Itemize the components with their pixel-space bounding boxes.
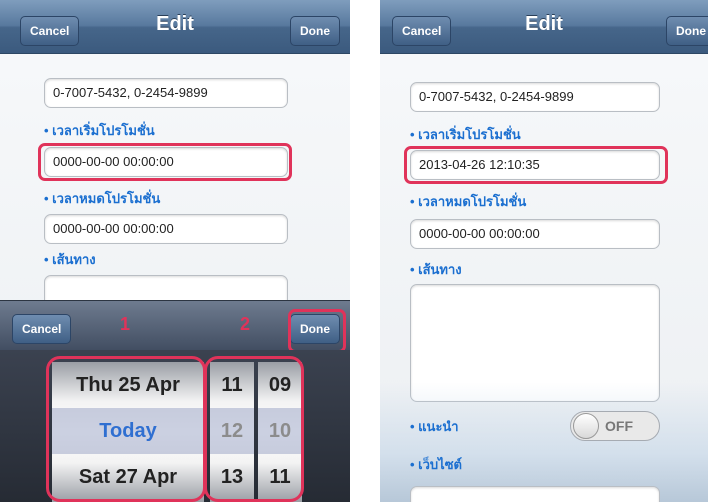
marker-1: 1 bbox=[120, 314, 131, 334]
recommend-label: แนะนำ bbox=[410, 416, 458, 437]
route-label: เส้นทาง bbox=[44, 249, 95, 270]
background-photo bbox=[380, 382, 708, 502]
screenshot-pair: Cancel Edit Done 0-7007-5432, 0-2454-989… bbox=[0, 0, 708, 502]
highlight-box bbox=[46, 356, 206, 502]
route-label: เส้นทาง bbox=[410, 259, 461, 280]
promo-start-label: เวลาเริ่มโปรโมชั่น bbox=[410, 124, 520, 145]
website-field[interactable] bbox=[410, 486, 660, 502]
toggle-state: OFF bbox=[605, 418, 633, 434]
phone-field[interactable]: 0-7007-5432, 0-2454-9899 bbox=[44, 78, 288, 108]
toggle-knob bbox=[573, 413, 599, 439]
recommend-toggle[interactable]: OFF bbox=[570, 411, 660, 441]
nav-bar: Cancel Edit Done bbox=[380, 0, 708, 54]
promo-start-label: เวลาเริ่มโปรโมชั่น bbox=[44, 120, 154, 141]
promo-end-label: เวลาหมดโปรโมชั่น bbox=[410, 191, 526, 212]
form-area: 0-7007-5432, 0-2454-9899 เวลาเริ่มโปรโมช… bbox=[380, 54, 708, 502]
promo-end-label: เวลาหมดโปรโมชั่น bbox=[44, 188, 160, 209]
promo-end-field[interactable]: 0000-00-00 00:00:00 bbox=[44, 214, 288, 244]
promo-end-field[interactable]: 0000-00-00 00:00:00 bbox=[410, 219, 660, 249]
done-button[interactable]: Done bbox=[290, 16, 340, 46]
left-screen: Cancel Edit Done 0-7007-5432, 0-2454-989… bbox=[0, 0, 350, 502]
highlight-box bbox=[204, 356, 304, 502]
right-screen: Cancel Edit Done 0-7007-5432, 0-2454-989… bbox=[380, 0, 708, 502]
marker-2: 2 bbox=[240, 314, 251, 334]
done-button[interactable]: Done bbox=[666, 16, 708, 46]
highlight-box bbox=[288, 309, 346, 353]
page-title: Edit bbox=[525, 13, 563, 35]
highlight-box bbox=[38, 143, 292, 181]
highlight-box bbox=[404, 146, 668, 184]
picker-cancel-button[interactable]: Cancel bbox=[12, 314, 72, 344]
phone-field[interactable]: 0-7007-5432, 0-2454-9899 bbox=[410, 82, 660, 112]
nav-bar: Cancel Edit Done bbox=[0, 0, 350, 54]
website-label: เว็บไซต์ bbox=[410, 454, 462, 475]
